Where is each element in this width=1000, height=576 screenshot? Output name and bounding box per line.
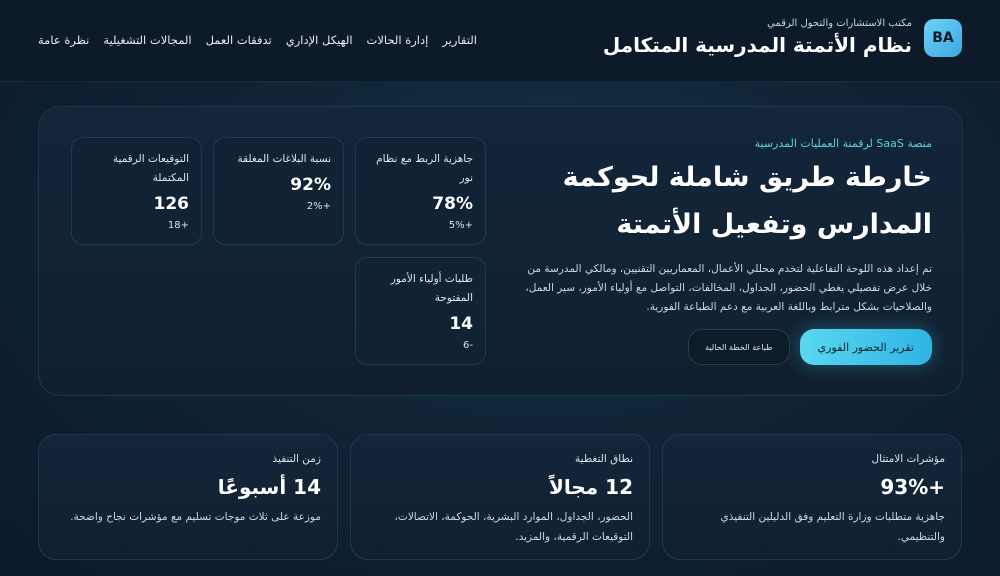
kpi-card-timeline: زمن التنفيذ 14 أسبوعًا موزعة على ثلاث مو…: [38, 434, 338, 560]
brand-subtitle: مكتب الاستشارات والتحول الرقمي: [767, 18, 912, 29]
stat-value: 92%: [290, 175, 331, 195]
stat-delta: +18: [167, 220, 189, 231]
hero-card: منصة SaaS لرقمنة العمليات المدرسية خارطة…: [38, 106, 963, 396]
stat-value: 78%: [432, 194, 473, 214]
top-header: BA مكتب الاستشارات والتحول الرقمي نظام ا…: [0, 0, 1000, 82]
kpi-value: +93%: [880, 475, 945, 499]
stat-card-parent-requests: طلبات أولياء الأمور المفتوحة 14 -6: [355, 257, 486, 365]
kpi-label: نطاق التغطية: [575, 453, 633, 465]
kpi-description: الحضور، الجداول، الموارد البشرية، الحوكم…: [394, 511, 633, 543]
stat-label: نسبة البلاغات المغلقة: [237, 153, 331, 165]
hero-actions: تقرير الحضور الفوري طباعة الخطة الحالية: [688, 329, 932, 365]
hero-description: تم إعداد هذه اللوحة التفاعلية لتخدم محلل…: [525, 263, 932, 313]
main-nav: نظرة عامة المجالات التشغيلية تدفقات العم…: [38, 33, 477, 47]
kpi-card-coverage: نطاق التغطية 12 مجالاً الحضور، الجداول، …: [350, 434, 650, 560]
stat-label: التوقيعات الرقمية المكتملة: [112, 153, 189, 184]
kpi-label: مؤشرات الامتثال: [871, 453, 945, 465]
hero-title-line-2: المدارس وتفعيل الأتمتة: [616, 209, 932, 240]
nav-operational-domains[interactable]: المجالات التشغيلية: [103, 33, 191, 47]
hero-title-line-1: خارطة طريق شاملة لحوكمة: [562, 162, 932, 193]
kpi-description: جاهزية متطلبات وزارة التعليم وفق الدليلي…: [720, 511, 946, 543]
kpi-value: 14 أسبوعًا: [217, 475, 321, 499]
brand[interactable]: BA مكتب الاستشارات والتحول الرقمي نظام ا…: [603, 18, 962, 57]
stat-card-closed-reports: نسبة البلاغات المغلقة 92% +2%: [213, 137, 344, 245]
kpi-card-compliance: مؤشرات الامتثال +93% جاهزية متطلبات وزار…: [662, 434, 962, 560]
nav-reports[interactable]: التقارير: [442, 33, 477, 47]
nav-org-structure[interactable]: الهيكل الإداري: [286, 33, 353, 47]
stat-label: طلبات أولياء الأمور المفتوحة: [390, 273, 473, 304]
attendance-report-button[interactable]: تقرير الحضور الفوري: [799, 329, 932, 365]
print-plan-button[interactable]: طباعة الخطة الحالية: [688, 329, 790, 365]
kpi-label: زمن التنفيذ: [272, 453, 321, 465]
kpi-description: موزعة على ثلاث موجات تسليم مع مؤشرات نجا…: [70, 511, 321, 523]
hero-text: منصة SaaS لرقمنة العمليات المدرسية خارطة…: [512, 137, 932, 317]
nav-workflows[interactable]: تدفقات العمل: [206, 33, 272, 47]
nav-overview[interactable]: نظرة عامة: [38, 33, 89, 47]
stat-value: 126: [153, 194, 190, 214]
stat-delta: +2%: [306, 201, 331, 212]
stat-value: 14: [449, 314, 473, 334]
brand-logo[interactable]: BA: [924, 18, 962, 57]
hero-title: خارطة طريق شاملة لحوكمة المدارس وتفعيل ا…: [512, 154, 932, 248]
nav-case-management[interactable]: إدارة الحالات: [367, 33, 429, 47]
kpi-value: 12 مجالاً: [548, 475, 633, 499]
stat-label: جاهزية الربط مع نظام نور: [376, 153, 473, 184]
stat-card-noor-readiness: جاهزية الربط مع نظام نور 78% +5%: [355, 137, 486, 245]
app-title: نظام الأتمتة المدرسية المتكامل: [602, 33, 912, 57]
stat-delta: +5%: [448, 220, 473, 231]
hero-eyebrow: منصة SaaS لرقمنة العمليات المدرسية: [754, 137, 932, 150]
stat-card-digital-signatures: التوقيعات الرقمية المكتملة 126 +18: [71, 137, 202, 245]
brand-text: مكتب الاستشارات والتحول الرقمي نظام الأت…: [603, 18, 912, 57]
stat-delta: -6: [463, 340, 473, 351]
